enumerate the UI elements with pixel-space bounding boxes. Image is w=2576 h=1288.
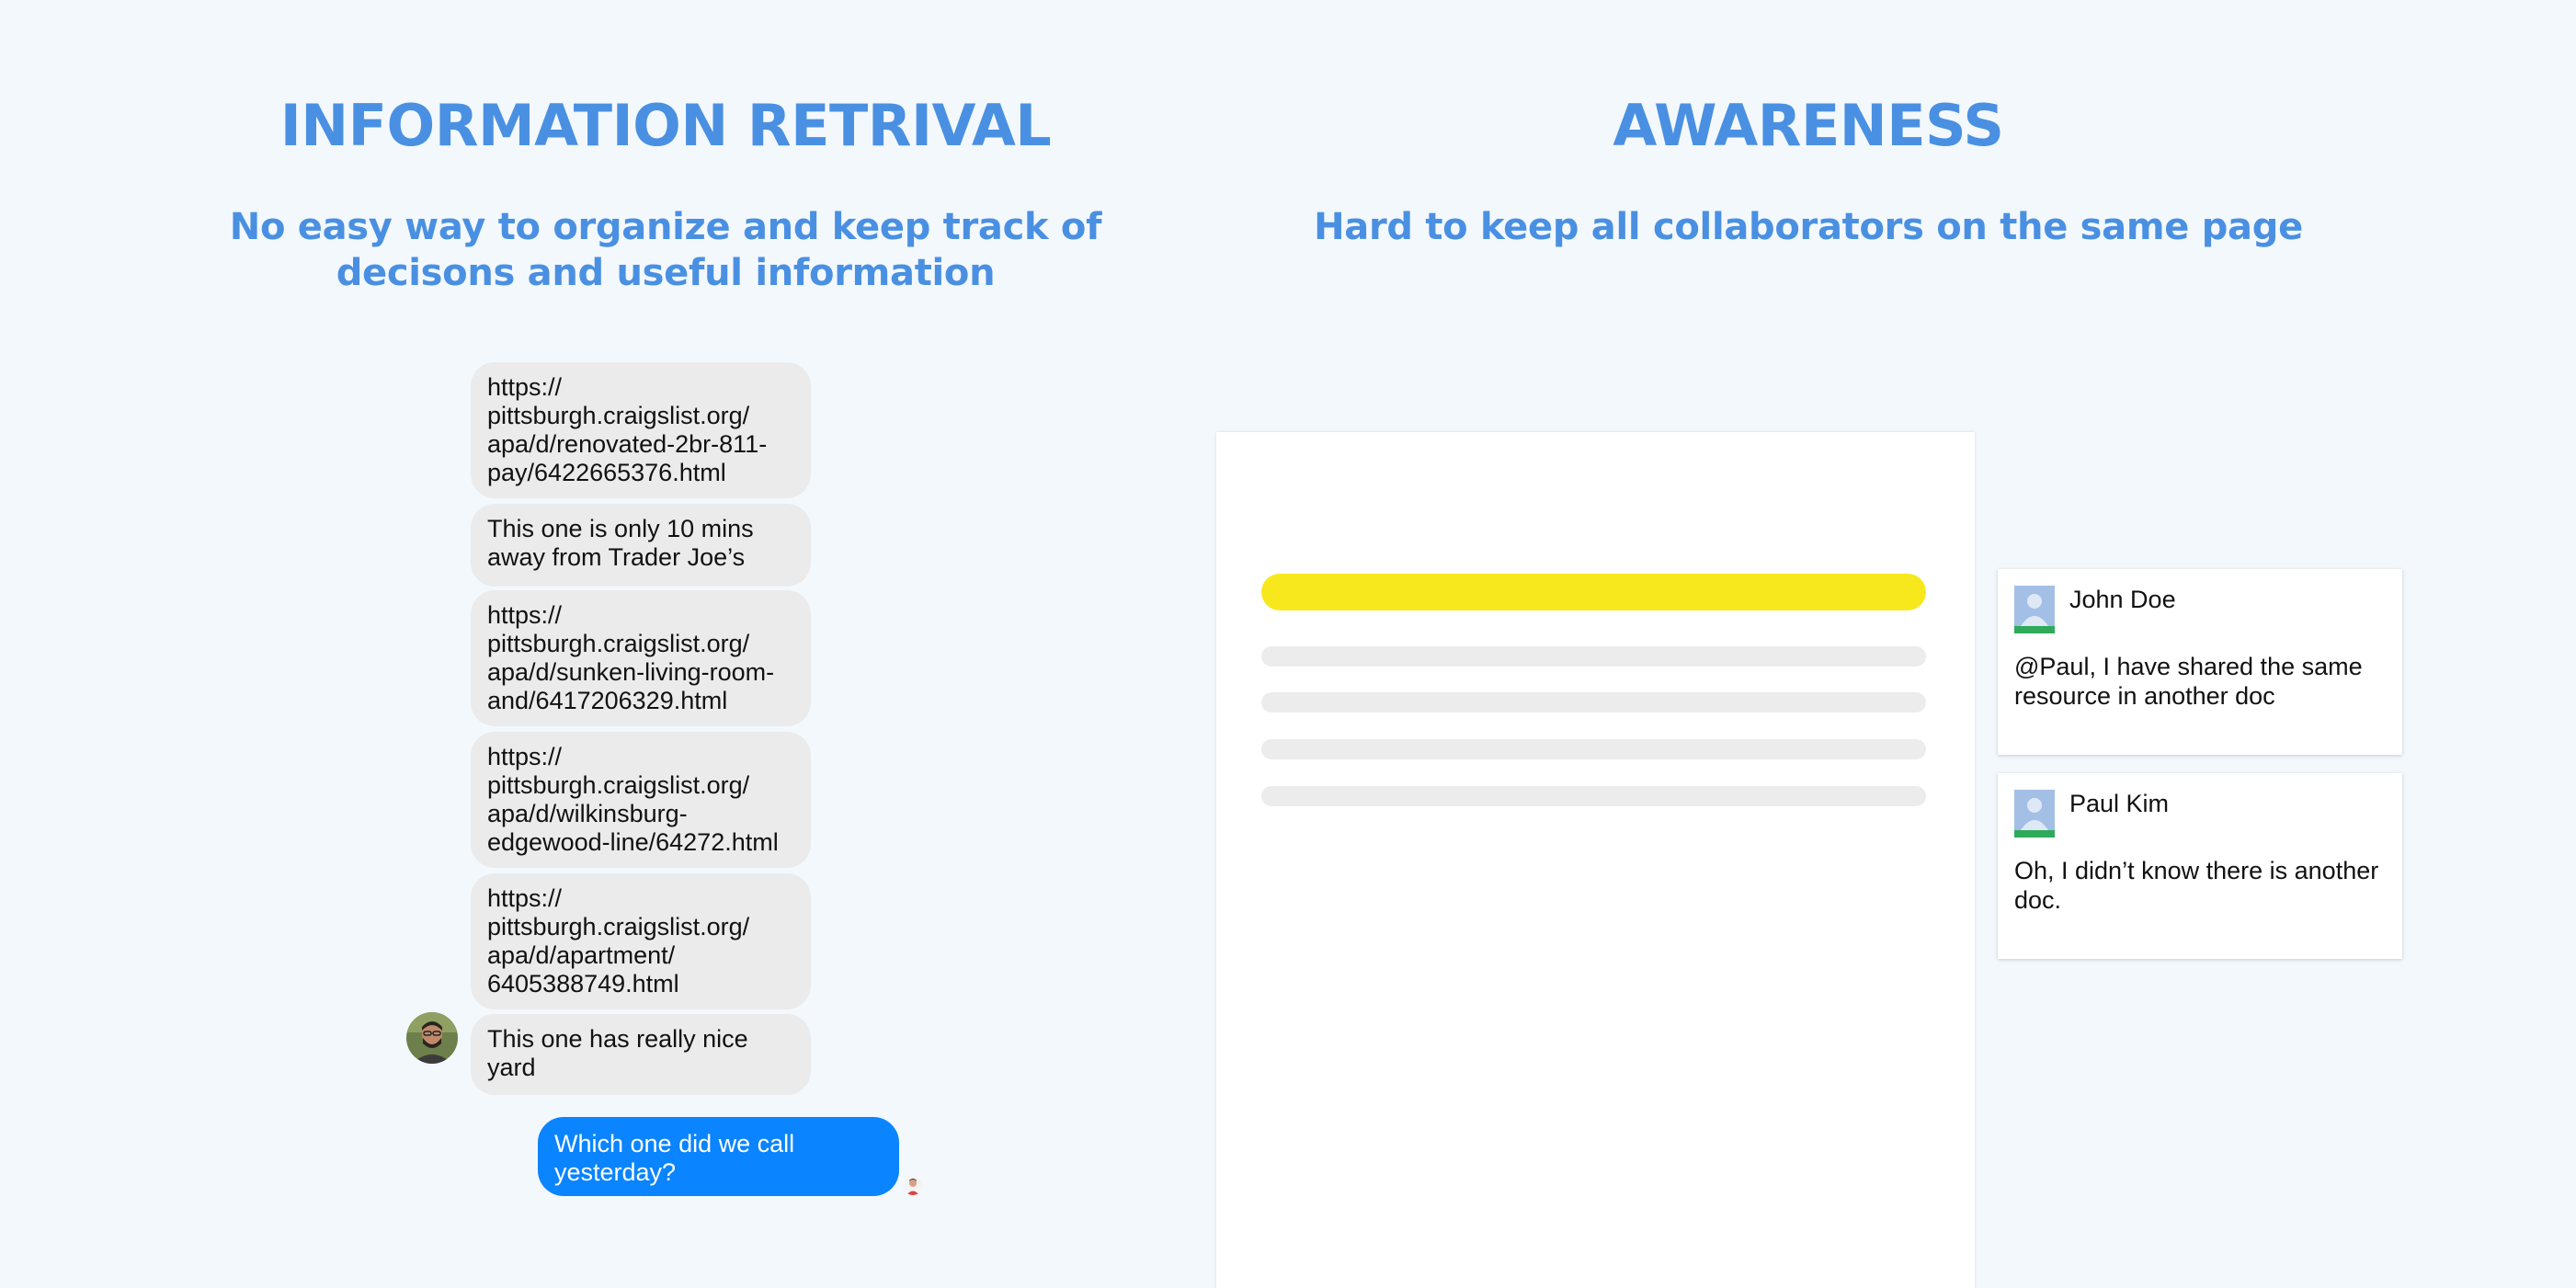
sender-avatar[interactable] (406, 1012, 458, 1064)
left-subtitle-line-2: decisons and useful information (336, 252, 996, 294)
bubble-line: apa/d/wilkinsburg- (487, 800, 688, 827)
chat-bubble-sent[interactable]: Which one did we call yesterday? (538, 1117, 899, 1196)
text-line-placeholder (1261, 739, 1926, 759)
comment-text-line: @Paul, I have shared the same (2014, 653, 2363, 680)
bubble-line: https:// (487, 373, 563, 401)
comment-text-line: Oh, I didn’t know there is another (2014, 857, 2379, 884)
text-line-placeholder (1261, 646, 1926, 667)
bubble-line: pittsburgh.craigslist.org/ (487, 630, 750, 657)
left-section-subtitle: No easy way to organize and keep track o… (114, 204, 1217, 296)
highlighted-text-line[interactable] (1261, 574, 1926, 610)
bubble-line: https:// (487, 601, 563, 629)
document-page (1216, 432, 1975, 1288)
comment-text-line: doc. (2014, 886, 2062, 914)
bubble-line: This one has really nice (487, 1025, 748, 1053)
text-line-placeholder (1261, 692, 1926, 712)
bubble-line: away from Trader Joe’s (487, 543, 746, 571)
bubble-line: https:// (487, 743, 563, 770)
text-line-placeholder (1261, 786, 1926, 806)
left-section-title: INFORMATION RETRIVAL (279, 92, 1052, 159)
bubble-line: pittsburgh.craigslist.org/ (487, 402, 750, 429)
chat-bubble-received[interactable]: This one has really nice yard (471, 1014, 811, 1095)
right-section-subtitle: Hard to keep all collaborators on the sa… (1314, 206, 2303, 248)
left-subtitle-line-1: No easy way to organize and keep track o… (229, 206, 1102, 248)
comment-author: John Doe (2069, 586, 2176, 613)
chat-bubble-received[interactable]: This one is only 10 mins away from Trade… (471, 504, 811, 587)
comment-text: @Paul, I have shared the same resource i… (2014, 652, 2391, 711)
chat-bubble-received[interactable]: https:// pittsburgh.craigslist.org/ apa/… (471, 362, 811, 498)
bubble-line: pay/6422665376.html (487, 459, 726, 486)
comment-text-line: resource in another doc (2014, 682, 2275, 710)
comment-text: Oh, I didn’t know there is another doc. (2014, 856, 2391, 915)
bubble-line: edgewood-line/64272.html (487, 828, 779, 856)
bubble-line: pittsburgh.craigslist.org/ (487, 913, 750, 940)
chat-bubble-received[interactable]: https:// pittsburgh.craigslist.org/ apa/… (471, 590, 811, 726)
comment-card[interactable]: Paul Kim Oh, I didn’t know there is anot… (1998, 773, 2402, 959)
chat-bubble-received[interactable]: https:// pittsburgh.craigslist.org/ apa/… (471, 873, 811, 1009)
person-avatar-icon (903, 1175, 923, 1195)
bubble-line: 6405388749.html (487, 970, 679, 997)
right-section-title: AWARENESS (1613, 92, 2004, 159)
bubble-line: This one is only 10 mins (487, 515, 754, 542)
bubble-line: apa/d/apartment/ (487, 941, 676, 969)
bubble-line: yard (487, 1054, 536, 1081)
bubble-line: and/6417206329.html (487, 687, 728, 714)
user-avatar-icon (2014, 790, 2055, 838)
bubble-line: apa/d/sunken-living-room- (487, 658, 775, 686)
comment-card[interactable]: John Doe @Paul, I have shared the same r… (1998, 569, 2402, 755)
comment-author: Paul Kim (2069, 790, 2170, 817)
bubble-line: yesterday? (554, 1158, 677, 1186)
bubble-line: https:// (487, 884, 563, 912)
person-avatar-icon (406, 1012, 458, 1064)
bubble-line: pittsburgh.craigslist.org/ (487, 771, 750, 799)
bubble-line: apa/d/renovated-2br-811- (487, 430, 768, 458)
bubble-line: Which one did we call (554, 1130, 795, 1157)
own-avatar (903, 1175, 923, 1195)
chat-bubble-received[interactable]: https:// pittsburgh.craigslist.org/ apa/… (471, 732, 811, 868)
user-avatar-icon (2014, 586, 2055, 633)
